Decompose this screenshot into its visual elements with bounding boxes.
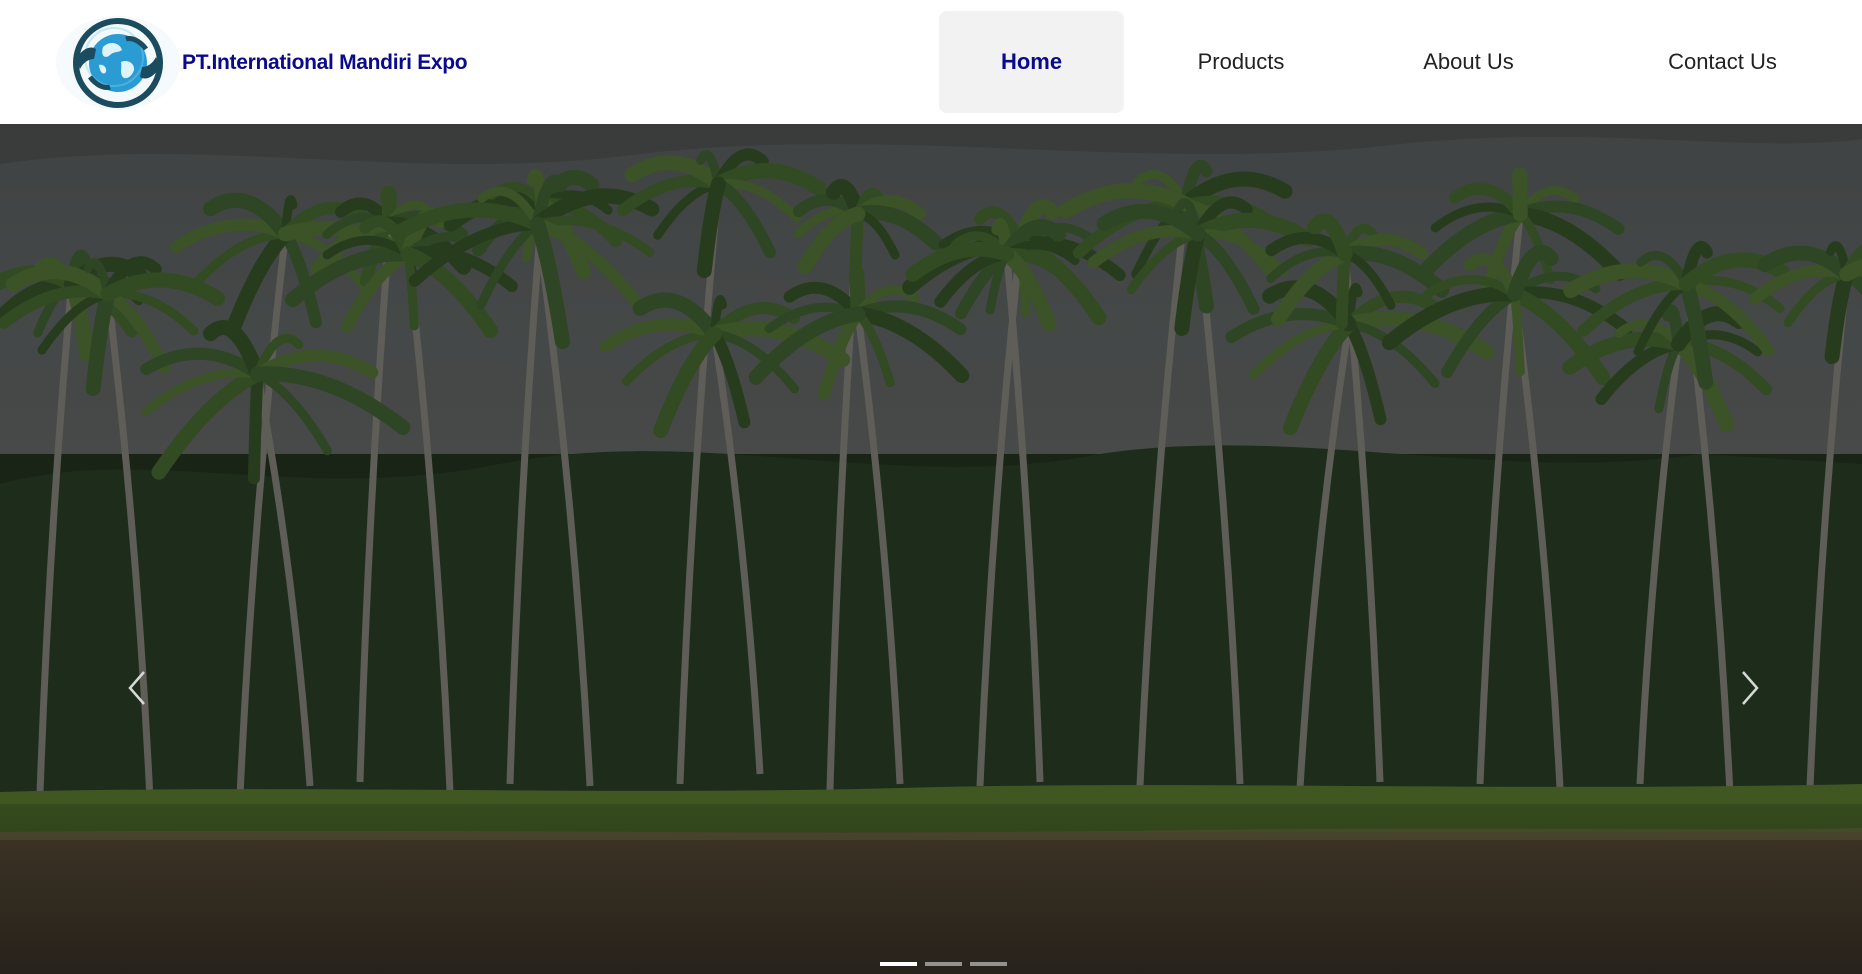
nav-item-contact-us[interactable]: Contact Us (1602, 11, 1843, 113)
nav-item-products[interactable]: Products (1147, 11, 1335, 113)
hero-carousel (0, 124, 1862, 974)
carousel-indicator-2[interactable] (925, 962, 962, 966)
nav-item-about-us[interactable]: About Us (1358, 11, 1579, 113)
chevron-right-icon (1742, 671, 1759, 705)
page: PT.International Mandiri Expo Home Produ… (0, 0, 1862, 974)
nav-item-home[interactable]: Home (939, 11, 1124, 113)
carousel-next-button[interactable] (1731, 660, 1771, 716)
carousel-indicators (0, 962, 1862, 974)
navbar: PT.International Mandiri Expo Home Produ… (0, 0, 1862, 124)
carousel-indicator-1[interactable] (880, 962, 917, 966)
nav-item-label: Products (1197, 49, 1285, 74)
nav-item-label: Home (1000, 49, 1063, 74)
carousel-indicator-3[interactable] (970, 962, 1007, 966)
nav-item-label: Contact Us (1668, 49, 1777, 74)
nav-item-label: About Us (1423, 49, 1514, 74)
chevron-left-icon (128, 671, 145, 705)
hero-slide-image (0, 124, 1862, 974)
main-nav: Home Products About Us Contact Us (0, 11, 1862, 113)
carousel-prev-button[interactable] (116, 660, 156, 716)
